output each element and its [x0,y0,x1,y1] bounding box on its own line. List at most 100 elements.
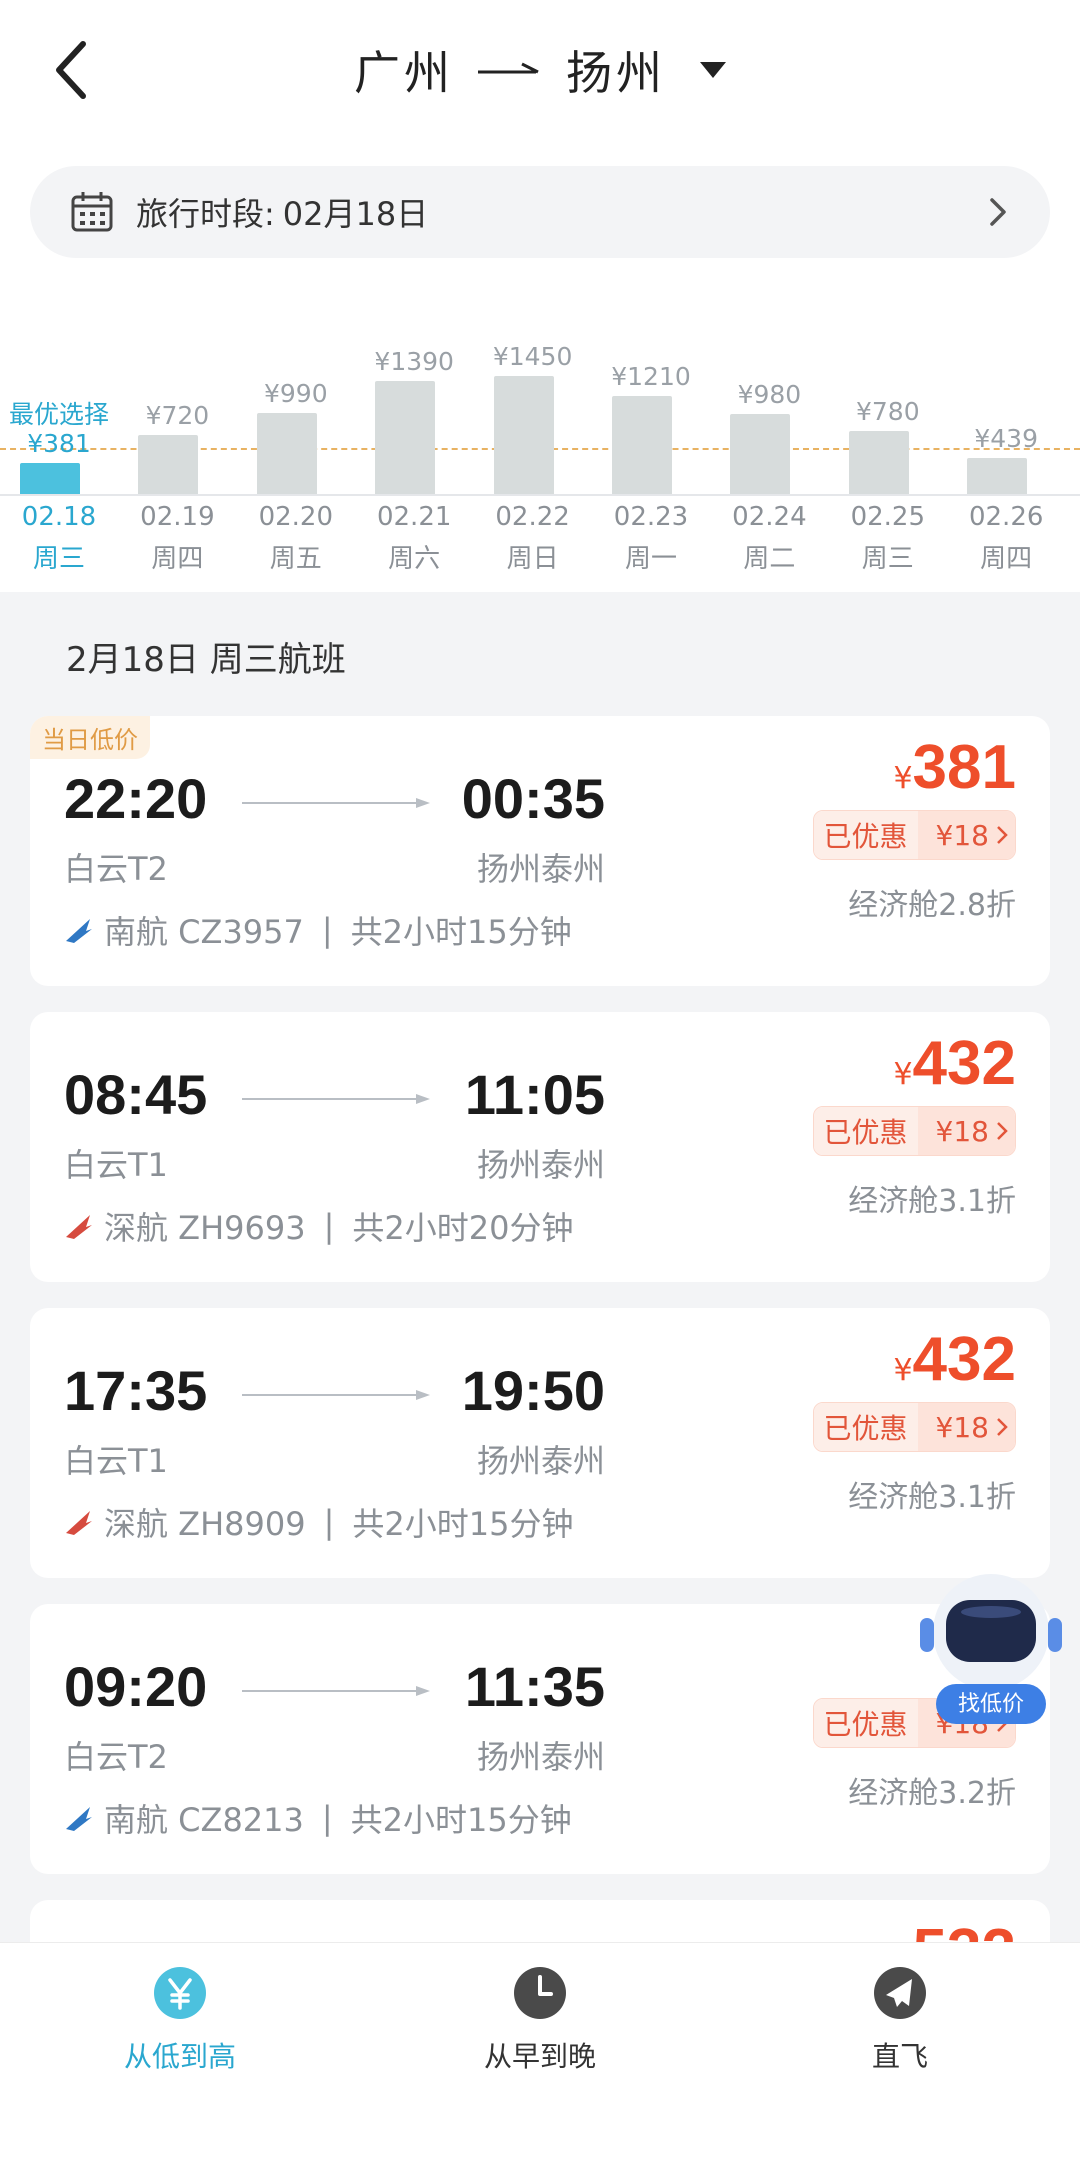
currency-symbol: ¥ [893,1057,913,1092]
find-low-price-robot[interactable]: 找低价 [916,1560,1066,1730]
price-bar [493,376,554,494]
flight-number: 南航 CZ8213 [104,1801,304,1839]
route-selector[interactable]: 广州 扬州 [0,35,1080,105]
chart-date-label: 02.23 [613,502,689,532]
chart-date-label: 02.24 [732,502,807,532]
travel-date-label: 旅行时段: [136,195,275,233]
airline-logo-icon [66,1215,92,1239]
best-choice-label: 最优选择 [8,400,109,429]
chart-weekday-label: 周四 [151,544,204,574]
price-chart-day[interactable]: ¥439 02.26 周四 [947,350,1065,590]
separator: | [321,911,333,949]
price-bar [612,396,672,494]
price-chart-day[interactable]: ¥980 02.24 周二 [710,350,828,590]
day-low-price-tag: 当日低价 [30,716,150,759]
flight-duration: 共2小时15分钟 [350,913,572,951]
robot-icon: 找低价 [920,1574,1062,1724]
discount-label: 已优惠 [813,1403,918,1451]
departure-time: 09:20 [64,1655,208,1718]
price-amount: 432 [912,1325,1016,1394]
flight-duration: 共2小时15分钟 [350,1801,572,1839]
arrival-airport: 扬州泰州 [476,1738,605,1776]
discount-label: 已优惠 [813,1699,918,1747]
chart-weekday-label: 周六 [388,544,441,574]
chart-weekday-label: 周三 [861,544,914,574]
price-chart-day[interactable]: ¥1450 02.22 周日 [474,342,592,590]
discount-label: 已优惠 [813,1107,918,1155]
price-chart-day[interactable]: ¥780 02.25 周三 [829,350,947,590]
price-chart-day[interactable]: 最优选择 ¥381 02.18 周三 [0,350,118,590]
arrival-airport: 扬州泰州 [476,1146,605,1184]
tab-label: 直飞 [871,2040,928,2073]
airline-info: 深航 ZH9693 | 共2小时20分钟 [64,1206,574,1247]
calendar-icon [71,192,113,232]
flight-number: 深航 ZH9693 [104,1209,306,1247]
flight-number: 南航 CZ3957 [104,913,304,951]
cabin-discount: 经济舱2.8折 [848,888,1016,923]
clock-icon [514,1967,566,2019]
airline-logo-icon [66,1511,92,1535]
discount-badge[interactable]: 已优惠 ¥18 [812,810,1016,860]
route-arrow-icon [478,62,539,74]
section-title: 2月18日 周三航班 [66,640,346,680]
discount-badge[interactable]: 已优惠 ¥18 [812,1402,1016,1452]
price-bar [848,431,909,494]
flight-duration: 共2小时20分钟 [352,1209,574,1247]
flight-arrow-icon [242,1390,430,1400]
cabin-discount: 经济舱3.1折 [848,1480,1016,1515]
price-amount: 432 [912,1029,1016,1098]
flight-price: ¥432 [893,1324,1016,1395]
airline-info: 南航 CZ3957 | 共2小时15分钟 [64,910,572,951]
tab-price-low-to-high[interactable]: 从低到高 [60,1965,300,2075]
flight-card[interactable]: 17:35 19:50 白云T1 扬州泰州 深航 ZH8909 | 共2小时15分钟 ¥432… [30,1308,1050,1578]
chart-date-label: 02.26 [968,502,1044,532]
departure-airport: 白云T1 [64,1146,168,1184]
chart-weekday-label: 周二 [743,544,796,574]
price-chart-day[interactable]: ¥720 02.19 周四 [118,350,236,590]
tab-direct-flight[interactable]: 直飞 [780,1965,1020,2075]
price-chart-day[interactable]: ¥990 02.20 周五 [237,350,355,590]
price-bar [256,413,317,494]
price-bar [20,463,80,494]
arrival-time: 00:35 [461,767,605,830]
flight-arrow-icon [242,1686,430,1696]
discount-value: ¥18 [917,1403,1015,1451]
arrival-time: 11:05 [464,1063,605,1126]
currency-symbol: ¥ [893,1353,913,1388]
robot-label: 找低价 [958,1692,1024,1717]
travel-date-selector[interactable]: 旅行时段: 02月18日 [30,166,1050,258]
origin-city: 广州 [354,46,454,100]
chart-date-label: 02.18 [21,502,97,532]
departure-airport: 白云T2 [64,850,168,888]
price-label: ¥990 [263,379,328,408]
chart-weekday-label: 周一 [624,544,677,574]
price-chart-day[interactable]: ¥1390 02.21 周六 [355,347,473,590]
price-label: ¥720 [145,401,210,430]
destination-city: 扬州 [566,46,666,100]
discount-value: ¥18 [917,1107,1015,1155]
airline-info: 深航 ZH8909 | 共2小时15分钟 [64,1502,574,1543]
header: 广州 扬州 [0,0,1080,140]
flight-duration: 共2小时15分钟 [352,1505,574,1543]
chart-date-label: 02.21 [376,502,452,532]
flight-card[interactable]: 09:2011:35白云T2扬州泰州南航 CZ8213|共2小时15分钟¥4已优… [30,1604,1050,1874]
sort-tab-bar: 从低到高 从早到晚 直飞 [0,1942,1080,2175]
cabin-discount: 经济舱3.1折 [848,1184,1016,1219]
flight-card[interactable]: 08:45 11:05 白云T1 扬州泰州 深航 ZH9693 | 共2小时20分钟 ¥432… [30,1012,1050,1282]
price-bar [375,381,436,494]
arrival-airport: 扬州泰州 [476,850,605,888]
chevron-right-icon [997,1418,1008,1436]
chart-weekday-label: 周四 [980,544,1033,574]
price-bar [730,414,791,494]
price-label: ¥1390 [374,347,454,376]
tab-time-early-to-late[interactable]: 从早到晚 [420,1965,660,2075]
currency-symbol: ¥ [893,761,913,796]
chevron-right-icon [997,826,1008,844]
dropdown-triangle-icon [700,62,726,78]
chart-date-label: 02.19 [140,502,215,532]
price-label: ¥980 [737,380,802,409]
discount-badge[interactable]: 已优惠 ¥18 [812,1106,1016,1156]
price-chart-day[interactable]: ¥1210 02.23 周一 [592,350,710,590]
departure-airport: 白云T1 [64,1442,168,1480]
flight-card[interactable]: 当日低价 22:20 00:35 白云T2 扬州泰州 南航 CZ3957 | 共2小时15分钟… [30,716,1050,986]
